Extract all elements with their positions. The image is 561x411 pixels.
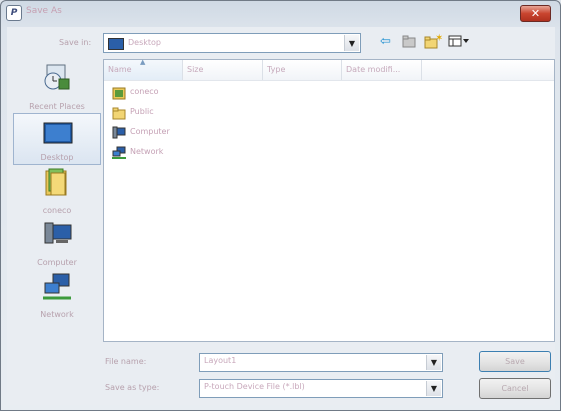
file-name-field[interactable]: Layout1 ▼ [199, 353, 443, 372]
save-as-dialog: P Save As ✕ Save in: Desktop ▼ ⇦ ✶ Recen… [0, 0, 561, 411]
svg-text:✶: ✶ [435, 33, 442, 44]
user-folder-icon [112, 87, 126, 100]
save-as-type-value: P-touch Device File (*.lbl) [204, 382, 305, 391]
desktop-icon [43, 122, 73, 144]
place-label: Recent Places [29, 102, 85, 111]
save-in-dropdown[interactable]: Desktop ▼ [103, 33, 361, 53]
file-name: Public [130, 107, 154, 116]
save-in-value: Desktop [128, 38, 161, 47]
list-item[interactable]: Network [112, 145, 312, 161]
file-name: coneco [130, 87, 159, 96]
back-arrow-icon[interactable]: ⇦ [380, 35, 391, 49]
up-folder-icon[interactable] [402, 35, 416, 52]
file-name-label: File name: [105, 357, 147, 366]
recent-places-icon [44, 64, 70, 90]
place-recent-places[interactable]: Recent Places [13, 61, 101, 113]
column-header-row: Name ▲ Size Type Date modifi... [104, 58, 554, 81]
new-folder-icon[interactable]: ✶ [424, 33, 443, 53]
chevron-down-icon[interactable]: ▼ [344, 35, 359, 51]
network-icon [43, 273, 71, 300]
window-title: Save As [26, 6, 62, 16]
save-in-label: Save in: [59, 38, 92, 47]
place-label: Desktop [40, 153, 74, 162]
file-name: Computer [130, 127, 170, 136]
save-as-type-label: Save as type: [105, 383, 160, 392]
place-network[interactable]: Network [13, 269, 101, 321]
desktop-icon [108, 38, 124, 50]
save-as-type-dropdown[interactable]: P-touch Device File (*.lbl) ▼ [199, 379, 443, 398]
place-label: Network [40, 310, 74, 319]
computer-icon [44, 222, 72, 244]
place-label: Computer [37, 258, 77, 267]
place-desktop[interactable]: Desktop [13, 113, 101, 165]
views-menu-icon[interactable] [448, 35, 470, 52]
save-button[interactable]: Save [479, 351, 551, 372]
close-button[interactable]: ✕ [520, 5, 551, 22]
chevron-down-icon[interactable]: ▼ [426, 355, 441, 370]
app-icon: P [6, 5, 22, 21]
column-type[interactable]: Type [263, 60, 342, 80]
folder-icon [112, 107, 126, 120]
cancel-button[interactable]: Cancel [479, 378, 551, 399]
places-bar: Recent Places Desktop coneco Computer Ne… [13, 61, 101, 341]
user-folder-icon [45, 168, 67, 196]
chevron-down-icon[interactable]: ▼ [426, 381, 441, 396]
title-bar[interactable]: P Save As ✕ [1, 1, 560, 25]
file-list[interactable]: Name ▲ Size Type Date modifi... coneco P… [103, 58, 555, 342]
place-label: coneco [42, 206, 72, 215]
file-name-value: Layout1 [204, 356, 237, 365]
list-item[interactable]: coneco [112, 85, 312, 101]
dialog-content: Save in: Desktop ▼ ⇦ ✶ Recent Places Des… [7, 27, 555, 405]
sort-ascending-icon: ▲ [140, 58, 146, 66]
list-item[interactable]: Computer [112, 125, 312, 141]
place-coneco[interactable]: coneco [13, 165, 101, 217]
network-icon [112, 146, 126, 159]
column-size[interactable]: Size [183, 60, 263, 80]
list-item[interactable]: Public [112, 105, 312, 121]
computer-icon [112, 126, 126, 139]
column-date-modified[interactable]: Date modifi... [342, 60, 422, 80]
place-computer[interactable]: Computer [13, 217, 101, 269]
file-name: Network [130, 147, 164, 156]
